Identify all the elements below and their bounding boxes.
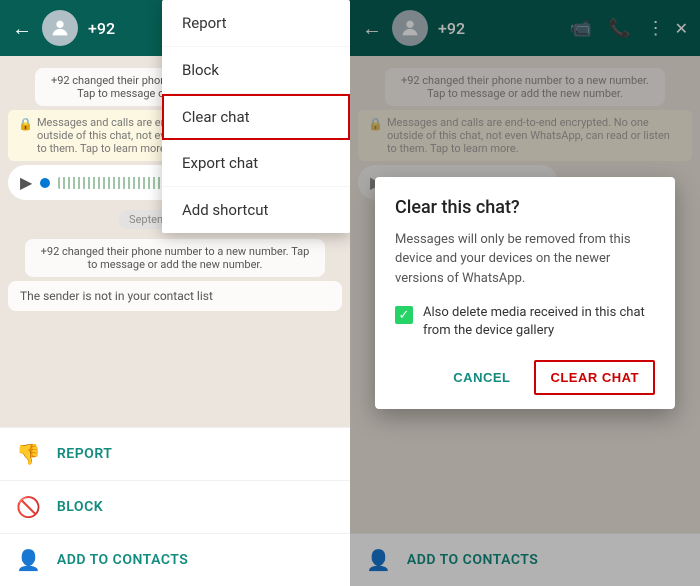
system-msg2-left: +92 changed their phone number to a new … [25, 239, 325, 277]
add-contact-label-left: ADD TO CONTACTS [57, 552, 188, 568]
left-panel: ← +92 ⋮ +92 changed their phone number t… [0, 0, 350, 586]
report-label: REPORT [57, 446, 112, 462]
delete-media-checkbox[interactable]: ✓ [395, 306, 413, 324]
block-action[interactable]: 🚫 BLOCK [0, 480, 350, 533]
dialog-checkbox-row: ✓ Also delete media received in this cha… [395, 304, 655, 340]
back-button-left[interactable]: ← [12, 16, 32, 41]
dropdown-menu: Report Block Clear chat Export chat Add … [162, 0, 350, 233]
cancel-button[interactable]: CANCEL [437, 360, 526, 395]
lock-icon-left: 🔒 [18, 117, 33, 131]
voice-dot-left [40, 178, 50, 188]
block-label: BLOCK [57, 499, 103, 515]
dropdown-export-chat[interactable]: Export chat [162, 140, 350, 187]
dialog-actions: CANCEL CLEAR CHAT [395, 360, 655, 395]
waveform-left [58, 177, 166, 189]
checkmark-icon: ✓ [399, 308, 410, 323]
dialog-overlay: Clear this chat? Messages will only be r… [350, 0, 700, 586]
right-panel: ← +92 📹 📞 ⋮ ✕ +92 changed their phone nu… [350, 0, 700, 586]
clear-chat-dialog: Clear this chat? Messages will only be r… [375, 177, 675, 410]
dropdown-report[interactable]: Report [162, 0, 350, 47]
play-icon-left[interactable]: ▶ [20, 173, 32, 192]
dialog-body: Messages will only be removed from this … [395, 230, 655, 289]
report-action[interactable]: 👎 REPORT [0, 427, 350, 480]
dropdown-add-shortcut[interactable]: Add shortcut [162, 187, 350, 233]
add-to-contacts-action-left[interactable]: 👤 ADD TO CONTACTS [0, 533, 350, 586]
sender-not-contact-left: The sender is not in your contact list [8, 281, 342, 311]
avatar-left [42, 10, 78, 46]
dialog-title: Clear this chat? [395, 197, 655, 218]
dropdown-clear-chat[interactable]: Clear chat [162, 94, 350, 140]
report-icon: 👎 [16, 442, 41, 466]
bottom-actions-left: 👎 REPORT 🚫 BLOCK 👤 ADD TO CONTACTS [0, 427, 350, 586]
dropdown-block[interactable]: Block [162, 47, 350, 94]
block-icon: 🚫 [16, 495, 41, 519]
checkbox-label: Also delete media received in this chat … [423, 304, 655, 340]
add-contact-icon-left: 👤 [16, 548, 41, 572]
clear-chat-button[interactable]: CLEAR CHAT [534, 360, 655, 395]
